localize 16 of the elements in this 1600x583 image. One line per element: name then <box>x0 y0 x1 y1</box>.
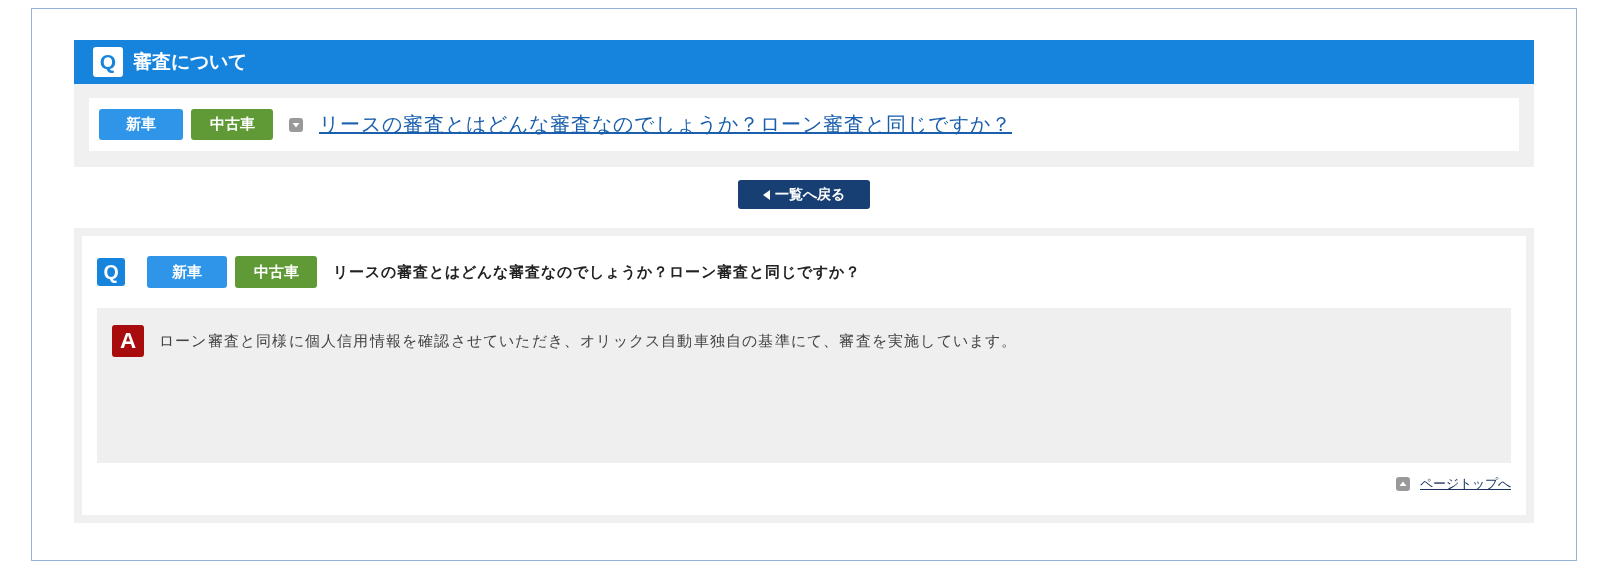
question-icon: Q <box>97 258 125 286</box>
question-icon: Q <box>93 47 123 77</box>
question-text: リースの審査とはどんな審査なのでしょうか？ローン審査と同じですか？ <box>333 262 861 282</box>
category-tag: 新車 <box>99 109 183 140</box>
caret-icon <box>289 117 303 132</box>
category-tag: 新車 <box>147 256 227 288</box>
answer-text: ローン審査と同様に個人信用情報を確認させていただき、オリックス自動車独自の基準にて、審査を実施しています。 <box>159 331 1018 352</box>
caret-icon <box>1396 477 1410 491</box>
category-tag: 中古車 <box>235 256 317 288</box>
answer-icon: A <box>112 325 144 357</box>
question-link[interactable]: リースの審査とはどんな審査なのでしょうか？ローン審査と同じですか？ <box>319 111 1012 138</box>
section-title: 審査について <box>133 49 247 74</box>
page-top-link[interactable]: ページトップへ <box>1420 475 1511 493</box>
back-button[interactable]: 一覧へ戻る <box>738 180 870 209</box>
category-tag: 中古車 <box>191 109 273 140</box>
triangle-icon <box>763 189 771 200</box>
